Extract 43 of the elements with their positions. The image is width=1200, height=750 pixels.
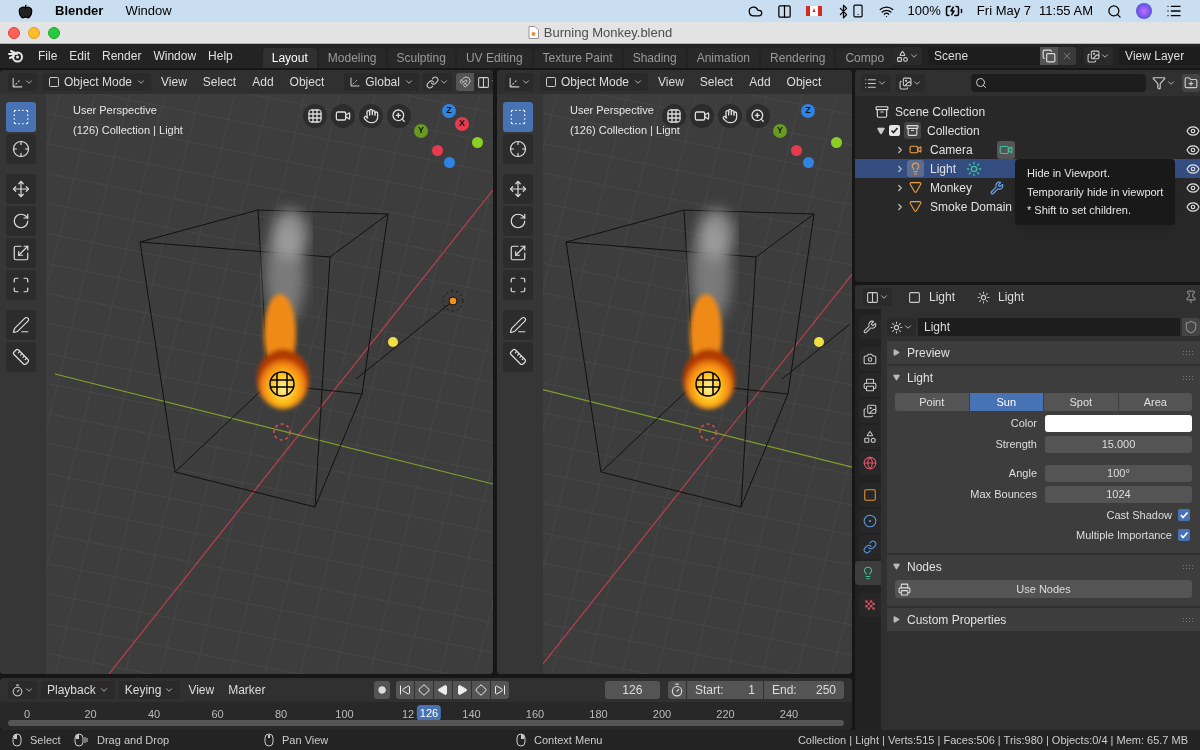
frame-tick-label: 200 [652,707,672,722]
frame-tick-label: 20 [84,707,97,722]
panel-title: Nodes [907,558,942,576]
checkbox-label: Cast Shadow [1106,507,1172,523]
object-name: Camera [930,141,973,159]
tooltip-text: * Shift to set children. [1027,203,1132,218]
tooltip-text: Hide in Viewport. [1027,166,1111,181]
field-label: Color [1009,416,1037,432]
hint-label: Select [30,732,61,748]
object-name: Smoke Domain [930,198,1013,216]
object-name: Monkey [930,179,973,197]
frame-tick-label: 180 [589,707,608,722]
object-name: Collection [927,122,980,140]
view-info: (126) Collection | Light [73,122,183,138]
object-name: Scene Collection [895,103,986,121]
checkbox-label: Multiple Importance [1076,527,1172,543]
frame-tick-label: 160 [525,707,545,722]
field-label: Strength [994,437,1037,453]
object-name: Light [930,160,957,178]
frame-tick-label: 60 [211,707,224,722]
battery-percentage: 100% [907,2,941,21]
panel-title: Preview [907,344,950,362]
frame-tick-label: 0 [23,707,31,722]
panel-title: Custom Properties [907,611,1007,629]
frame-tick-label: 240 [779,707,799,722]
panel-title: Light [907,369,934,387]
field-label: Angle [1007,466,1037,482]
tooltip-text: Temporarily hide in viewport [1027,184,1164,200]
hint-label: Pan View [282,732,329,748]
hint-label: Context Menu [534,732,603,748]
view-name: User Perspective [73,103,158,118]
frame-tick-label: 140 [462,707,481,722]
frame-tick-label: 40 [147,707,161,722]
frame-tick-label: 100 [335,707,354,722]
frame-tick-label: 80 [274,707,288,722]
view-name: User Perspective [570,103,655,118]
frame-tick-label: 220 [716,707,735,722]
hint-label: Drag and Drop [97,732,170,748]
view-info: (126) Collection | Light [570,122,680,138]
scene-statistics: Collection | Light | Verts:515 | Faces:506 | Tris:980 | Objects:0/4 | Mem: 65.7 MB [797,732,1188,748]
field-label: Max Bounces [969,487,1037,503]
frame-tick-label: 12 [401,707,415,722]
window-title: Burning Monkey.blend [543,23,673,42]
